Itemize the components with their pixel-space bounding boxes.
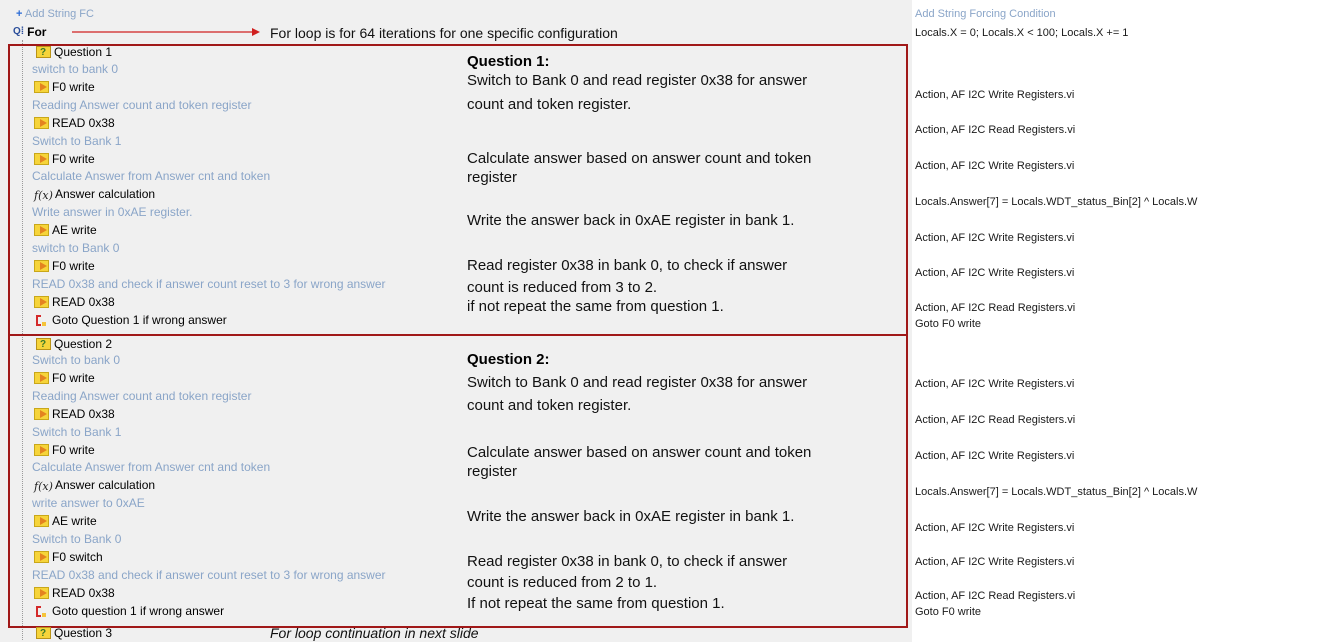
step-detail: Action, AF I2C Read Registers.vi xyxy=(915,590,1076,602)
footer-note: For loop continuation in next slide xyxy=(270,625,479,641)
step-detail: Action, AF I2C Write Registers.vi xyxy=(915,522,1075,534)
step-detail: Locals.Answer[7] = Locals.WDT_status_Bin… xyxy=(915,196,1198,208)
step-detail: Action, AF I2C Write Registers.vi xyxy=(915,450,1075,462)
step-detail: Goto F0 write xyxy=(915,606,982,618)
q2-annot-line: Switch to Bank 0 and read register 0x38 … xyxy=(467,374,808,391)
question-1-annotation-title: Question 1: xyxy=(467,53,550,70)
step-detail: Action, AF I2C Read Registers.vi xyxy=(915,414,1076,426)
q1-annot-line: Write the answer back in 0xAE register i… xyxy=(467,212,795,229)
step-detail: Goto F0 write xyxy=(915,318,982,330)
add-string-fc-row[interactable]: + Add String FC xyxy=(16,6,94,22)
add-string-fc-label: Add String FC xyxy=(24,8,94,20)
q1-annot-line: register xyxy=(467,169,518,186)
question-icon xyxy=(36,626,51,642)
plus-icon: + xyxy=(16,8,23,20)
for-loop-icon: Q⁞ xyxy=(13,26,25,37)
for-loop-note: For loop is for 64 iterations for one sp… xyxy=(270,25,618,41)
q1-annot-line: count is reduced from 3 to 2. xyxy=(467,279,658,296)
q2-annot-line: count and token register. xyxy=(467,397,632,414)
q2-annot-line: Write the answer back in 0xAE register i… xyxy=(467,508,795,525)
q2-annot-line: If not repeat the same from question 1. xyxy=(467,595,725,612)
step-detail: Action, AF I2C Write Registers.vi xyxy=(915,378,1075,390)
step-detail: Action, AF I2C Read Registers.vi xyxy=(915,302,1076,314)
question-3-label: Question 3 xyxy=(54,626,113,640)
q2-annot-line: Read register 0x38 in bank 0, to check i… xyxy=(467,553,788,570)
step-detail: Action, AF I2C Write Registers.vi xyxy=(915,89,1075,101)
for-loop-condition: Locals.X = 0; Locals.X < 100; Locals.X +… xyxy=(915,27,1129,39)
for-loop-label: For xyxy=(27,25,47,39)
q2-annot-line: count is reduced from 2 to 1. xyxy=(467,574,658,591)
question-3-item[interactable]: Question 3 xyxy=(36,625,113,642)
q1-annot-line: Read register 0x38 in bank 0, to check i… xyxy=(467,257,788,274)
q2-annot-line: register xyxy=(467,463,518,480)
step-detail: Action, AF I2C Write Registers.vi xyxy=(915,267,1075,279)
q1-annot-line: count and token register. xyxy=(467,96,632,113)
right-column-header: Add String Forcing Condition xyxy=(915,8,1056,20)
step-detail: Locals.Answer[7] = Locals.WDT_status_Bin… xyxy=(915,486,1198,498)
step-detail: Action, AF I2C Write Registers.vi xyxy=(915,232,1075,244)
for-note-arrow xyxy=(72,28,260,36)
step-detail: Action, AF I2C Write Registers.vi xyxy=(915,556,1075,568)
q1-annot-line: if not repeat the same from question 1. xyxy=(467,298,724,315)
q1-annot-line: Switch to Bank 0 and read register 0x38 … xyxy=(467,72,808,89)
step-detail: Action, AF I2C Read Registers.vi xyxy=(915,124,1076,136)
question-2-annotation-title: Question 2: xyxy=(467,351,550,368)
q1-annot-line: Calculate answer based on answer count a… xyxy=(467,150,812,167)
step-detail: Action, AF I2C Write Registers.vi xyxy=(915,160,1075,172)
q2-annot-line: Calculate answer based on answer count a… xyxy=(467,444,812,461)
for-loop-row[interactable]: Q⁞ For xyxy=(13,24,46,40)
